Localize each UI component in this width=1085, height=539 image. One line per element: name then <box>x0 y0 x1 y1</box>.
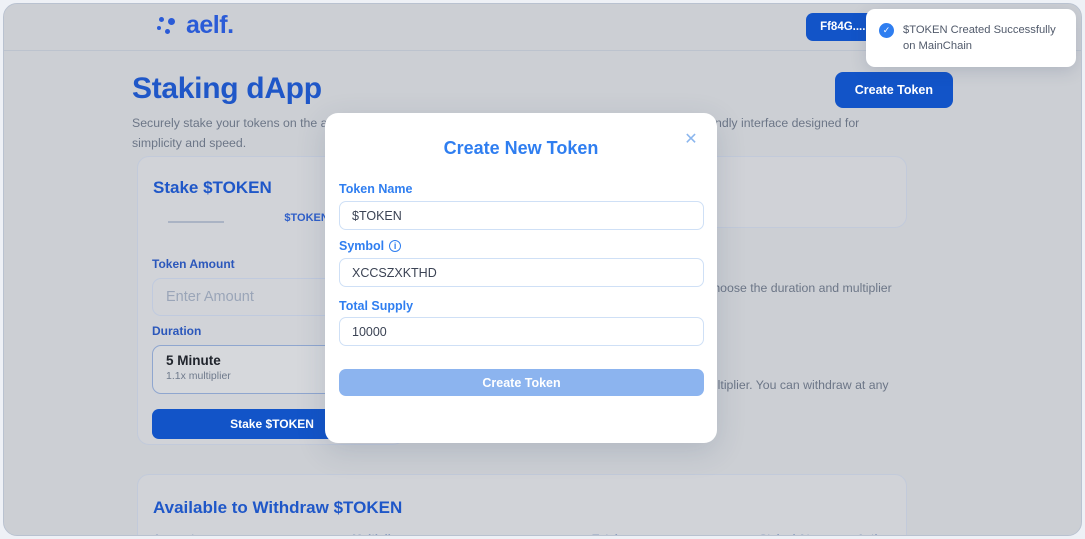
toast-message: $TOKEN Created Successfully on MainChain <box>903 24 1056 53</box>
column-header-action: Action <box>857 533 891 535</box>
aelf-logo[interactable]: aelf. <box>157 13 234 38</box>
check-circle-icon: ✓ <box>879 23 894 38</box>
column-header-multiplier: Multiplier <box>352 533 592 535</box>
withdraw-panel: Available to Withdraw $TOKEN Amount Mult… <box>137 474 907 535</box>
total-supply-label: Total Supply <box>339 299 413 313</box>
aelf-logo-icon <box>157 16 179 36</box>
success-toast[interactable]: ✓ $TOKEN Created Successfully on MainCha… <box>866 9 1076 68</box>
total-supply-label-text: Total Supply <box>339 299 414 313</box>
token-name-label-text: Token Name <box>339 182 413 196</box>
token-amount-label: Token Amount <box>152 257 235 271</box>
info-icon[interactable]: i <box>389 240 402 252</box>
column-header-amount: Amount <box>153 533 352 535</box>
aelf-logo-text: aelf. <box>186 11 234 39</box>
modal-title: Create New Token <box>443 138 599 158</box>
balance-skeleton <box>168 221 224 223</box>
modal-create-token-button[interactable]: Create Token <box>339 369 704 396</box>
app-window: aelf. Ff84G.....2M6 Staking dApp Securel… <box>3 3 1082 536</box>
close-icon[interactable]: ✕ <box>679 127 703 151</box>
create-token-modal: Create New Token ✕ Token Name $TOKEN Sym… <box>325 113 717 443</box>
withdraw-table-header: Amount Multiplier Total Staked At Action <box>153 533 891 535</box>
create-token-button[interactable]: Create Token <box>834 72 953 108</box>
token-name-input[interactable]: $TOKEN <box>339 201 704 230</box>
token-name-label: Token Name <box>339 182 412 196</box>
total-supply-input[interactable]: 10000 <box>339 317 704 346</box>
column-header-total: Total <box>592 533 759 535</box>
symbol-label-text: Symbol <box>339 239 385 253</box>
symbol-input[interactable]: XCCSZXKTHD <box>339 258 704 287</box>
page-title: Staking dApp <box>132 72 322 105</box>
symbol-label: Symbol i <box>339 239 402 253</box>
duration-label: Duration <box>152 324 202 338</box>
stake-panel-title: Stake $TOKEN <box>153 178 272 197</box>
column-header-staked-at: Staked At <box>760 533 857 535</box>
withdraw-panel-title: Available to Withdraw $TOKEN <box>153 498 403 517</box>
